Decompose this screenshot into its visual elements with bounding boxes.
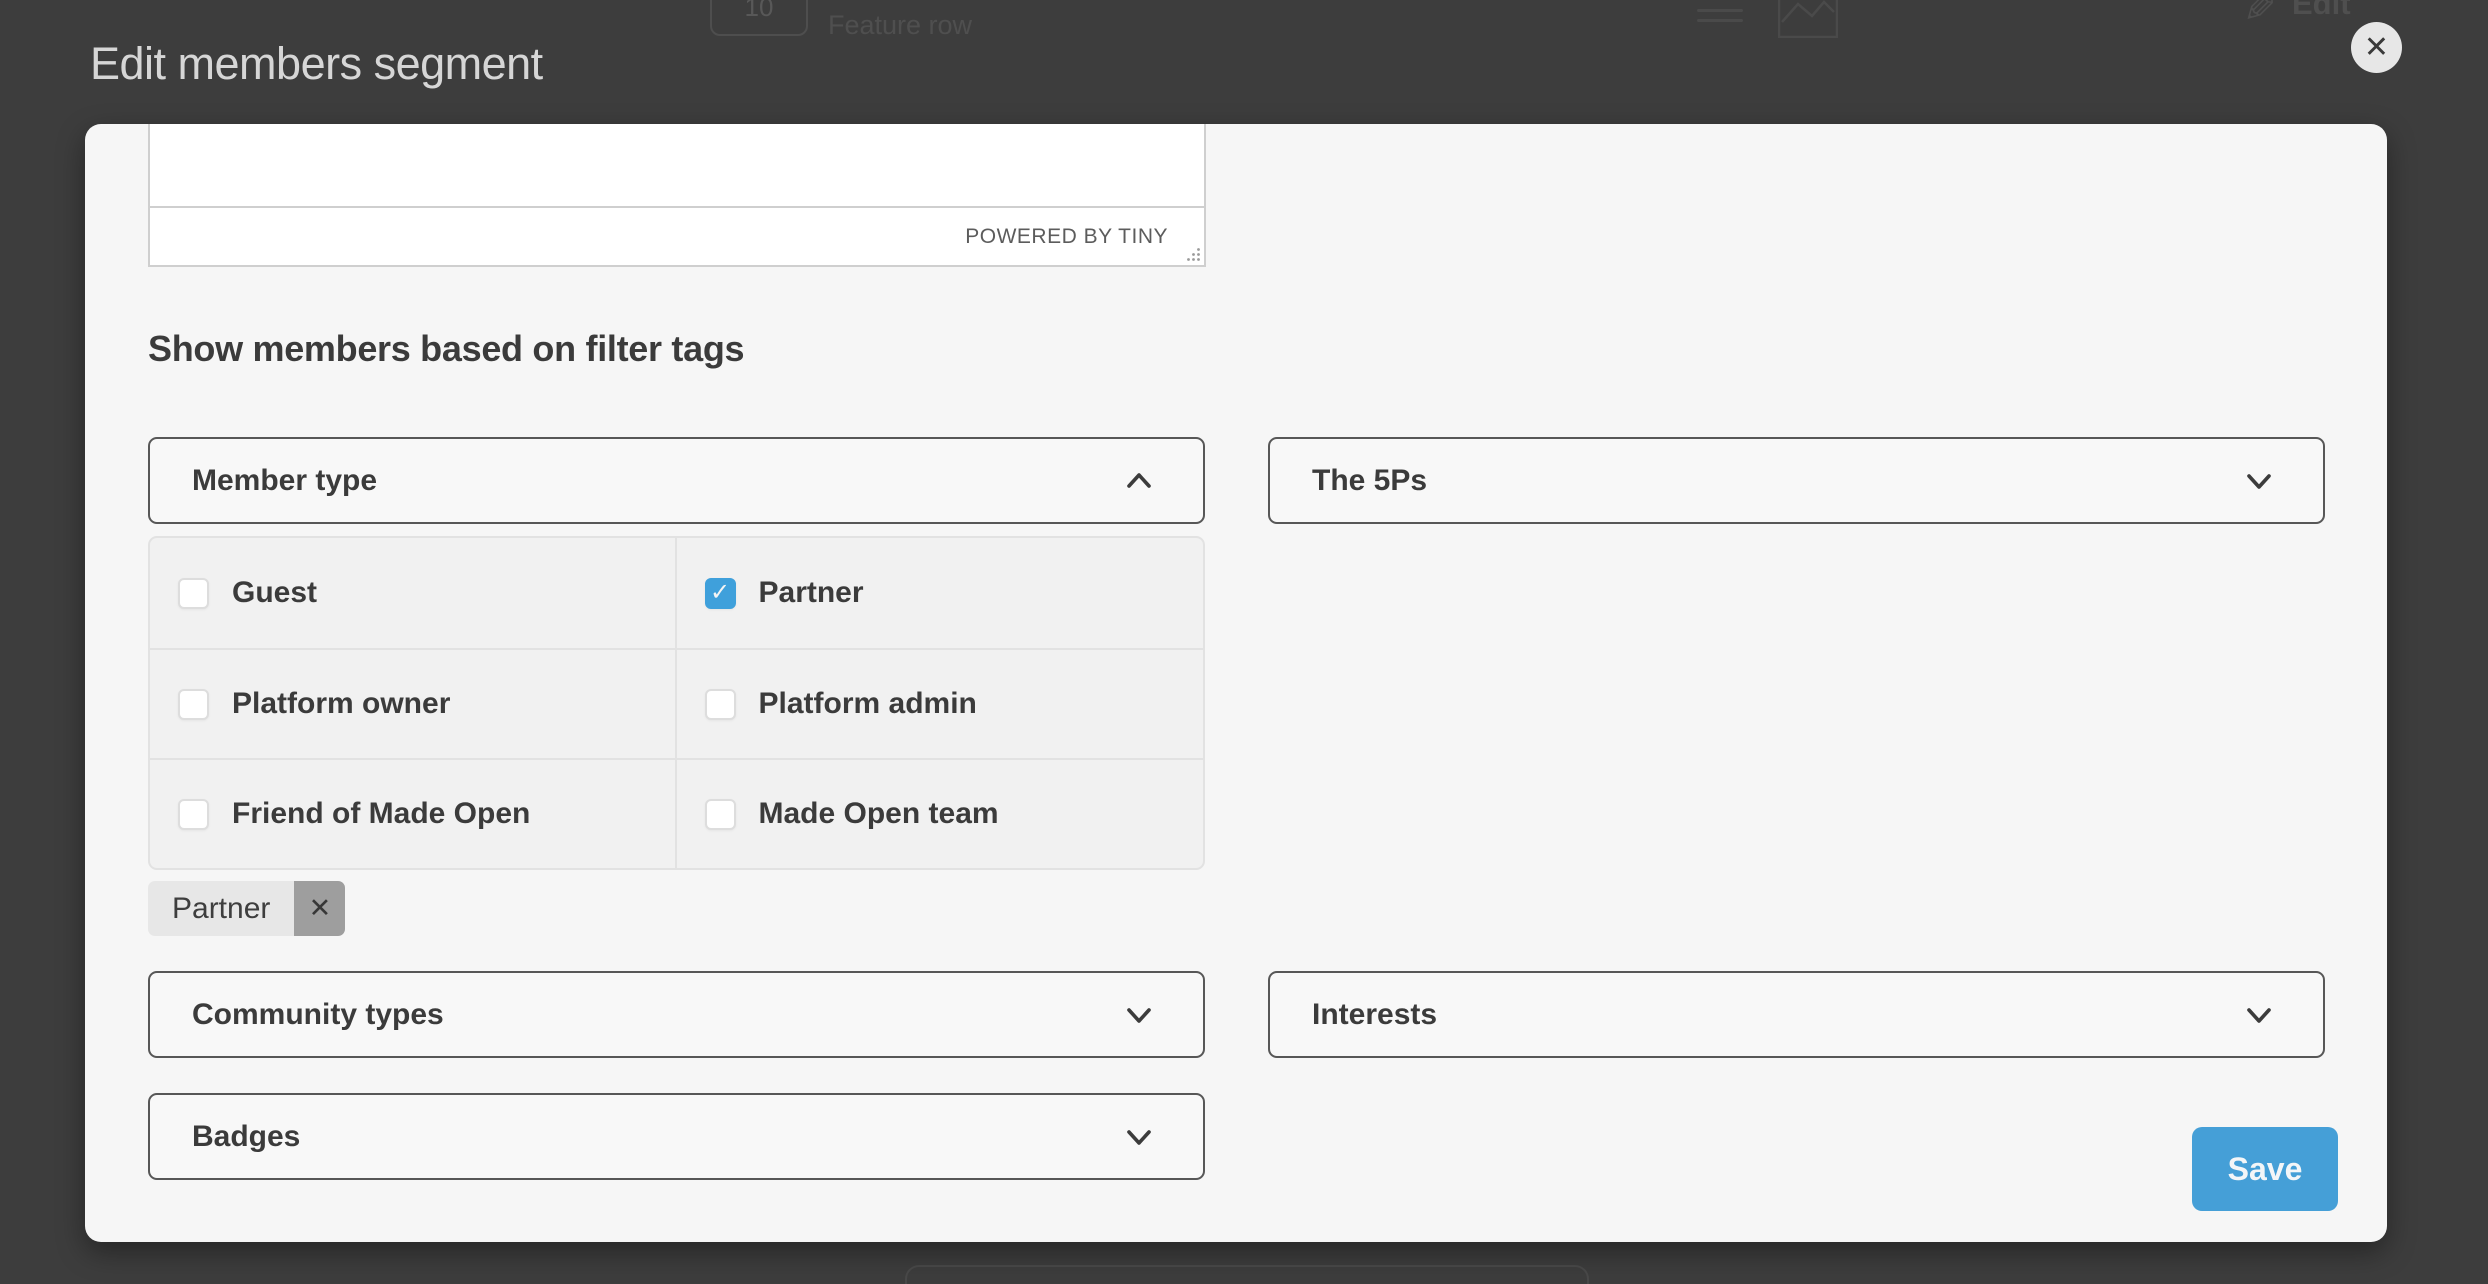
rich-text-editor: POWERED BY TINY: [148, 124, 1206, 267]
checkbox[interactable]: ✓: [705, 578, 736, 609]
dropdown-the-5ps[interactable]: The 5Ps: [1268, 437, 2325, 524]
dropdown-interests[interactable]: Interests: [1268, 971, 2325, 1058]
chevron-down-icon: [2243, 465, 2275, 497]
dropdown-community-types[interactable]: Community types: [148, 971, 1205, 1058]
close-icon: ✕: [309, 895, 332, 922]
option-platform-admin[interactable]: ✓ Platform admin: [677, 648, 1204, 758]
dropdown-badges[interactable]: Badges: [148, 1093, 1205, 1180]
edit-members-segment-modal: POWERED BY TINY Show members based on fi…: [85, 124, 2387, 1242]
editor-content-area[interactable]: [150, 124, 1204, 206]
drag-handle-icon: [1697, 9, 1743, 29]
background-feature-count: 10: [745, 0, 774, 22]
dropdown-member-type[interactable]: Member type: [148, 437, 1205, 524]
close-button[interactable]: ✕: [2351, 22, 2402, 73]
tag-label: Partner: [148, 881, 294, 936]
dropdown-community-types-label: Community types: [192, 998, 444, 1032]
filter-tags-heading: Show members based on filter tags: [148, 328, 744, 370]
checkbox[interactable]: ✓: [178, 578, 209, 609]
checkbox[interactable]: ✓: [705, 799, 736, 830]
screen: 10 Feature row ✎ Edit Edit members segme…: [0, 0, 2488, 1284]
image-icon: [1778, 0, 1838, 38]
background-bottom-panel: [905, 1265, 1589, 1284]
option-partner[interactable]: ✓ Partner: [677, 538, 1204, 648]
background-feature-row-label: Feature row: [828, 10, 972, 41]
member-type-options: ✓ Guest ✓ Partner ✓ Platform owner ✓ Pla…: [148, 536, 1205, 870]
save-button[interactable]: Save: [2192, 1127, 2338, 1211]
background-feature-count-box: 10: [710, 0, 808, 36]
selected-tag-partner: Partner ✕: [148, 881, 345, 936]
checkbox[interactable]: ✓: [178, 799, 209, 830]
dropdown-the-5ps-label: The 5Ps: [1312, 464, 1427, 498]
chevron-down-icon: [1123, 465, 1155, 497]
option-made-open-team[interactable]: ✓ Made Open team: [677, 758, 1204, 868]
dropdown-interests-label: Interests: [1312, 998, 1437, 1032]
checkbox[interactable]: ✓: [178, 689, 209, 720]
chevron-down-icon: [1123, 999, 1155, 1031]
background-edit-label: Edit: [2292, 0, 2351, 22]
check-icon: ✓: [710, 581, 730, 605]
tag-remove-button[interactable]: ✕: [294, 881, 345, 936]
option-friend-of-made-open[interactable]: ✓ Friend of Made Open: [150, 758, 677, 868]
option-guest[interactable]: ✓ Guest: [150, 538, 677, 648]
chevron-down-icon: [2243, 999, 2275, 1031]
pencil-icon: ✎: [2243, 0, 2277, 32]
close-icon: ✕: [2364, 33, 2389, 63]
dropdown-member-type-label: Member type: [192, 464, 377, 498]
dropdown-badges-label: Badges: [192, 1120, 300, 1154]
option-platform-owner[interactable]: ✓ Platform owner: [150, 648, 677, 758]
editor-statusbar: POWERED BY TINY: [150, 206, 1204, 265]
chevron-down-icon: [1123, 1121, 1155, 1153]
powered-by-tiny-link[interactable]: POWERED BY TINY: [965, 225, 1168, 249]
resize-grip-icon[interactable]: [1186, 247, 1201, 262]
modal-title: Edit members segment: [90, 38, 543, 90]
checkbox[interactable]: ✓: [705, 689, 736, 720]
